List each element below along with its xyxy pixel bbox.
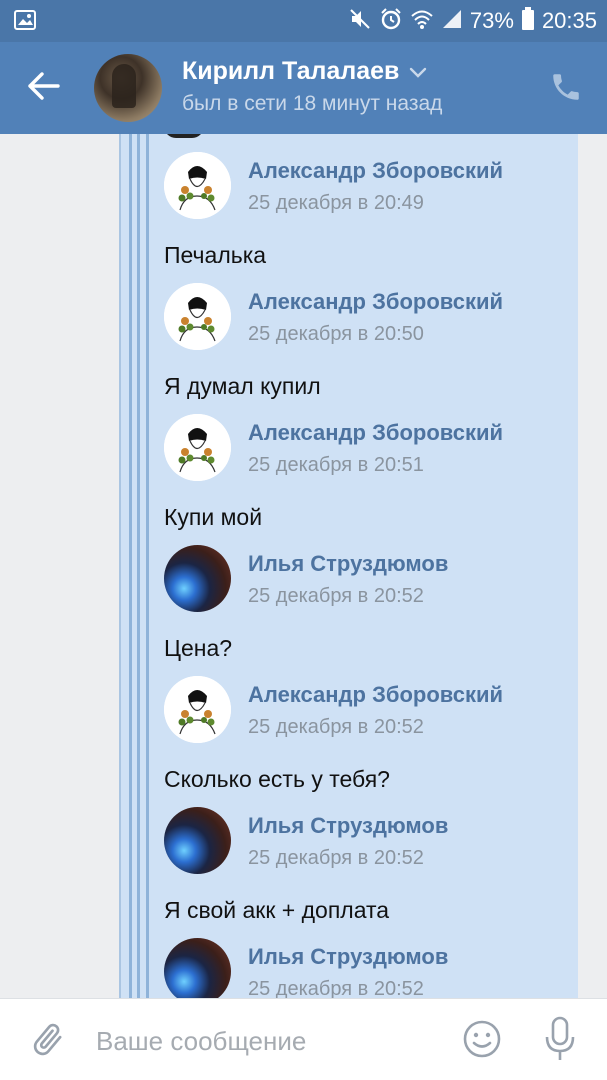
forwarded-message: Александр Зборовский 25 декабря в 20:50 Я … (164, 283, 564, 401)
forwarded-message: Илья Струздюмов 25 декабря в 20:52 (164, 938, 564, 998)
status-bar: 73% 20:35 (0, 0, 607, 42)
forwarded-message: Александр Зборовский 25 декабря в 20:52 Ск… (164, 676, 564, 794)
author-avatar[interactable] (164, 545, 231, 612)
contact-last-seen: был в сети 18 минут назад (182, 92, 443, 115)
message-timestamp: 25 декабря в 20:49 (248, 192, 424, 214)
author-name-link[interactable]: Александр Зборовский (248, 420, 503, 446)
author-avatar[interactable] (164, 938, 231, 998)
back-button[interactable] (22, 66, 66, 110)
message-header: Александр Зборовский 25 декабря в 20:52 (164, 676, 564, 744)
message-header: Илья Струздюмов 25 декабря в 20:52 (164, 545, 564, 613)
chat-area[interactable]: Александр Зборовский 25 декабря в 20:49 Пе… (0, 134, 607, 998)
author-name-link[interactable]: Илья Струздюмов (248, 551, 448, 577)
alarm-icon (379, 7, 403, 36)
message-timestamp: 25 декабря в 20:51 (248, 454, 424, 476)
attach-button[interactable] (28, 1019, 68, 1061)
contact-name-button[interactable]: Кирилл Талалаев (182, 57, 427, 86)
author-avatar[interactable] (164, 807, 231, 874)
author-avatar[interactable] (164, 283, 231, 350)
contact-avatar[interactable] (94, 54, 162, 122)
message-timestamp: 25 декабря в 20:52 (248, 847, 424, 869)
mute-icon (348, 7, 372, 36)
message-header: Александр Зборовский 25 декабря в 20:50 (164, 283, 564, 351)
chat-header: Кирилл Талалаев был в сети 18 минут наза… (0, 42, 607, 134)
battery-percent: 73% (469, 8, 514, 33)
microphone-icon (540, 1016, 580, 1067)
author-name-link[interactable]: Илья Струздюмов (248, 944, 448, 970)
forward-nesting-bar (146, 134, 149, 998)
forward-nesting-bar (137, 134, 140, 998)
author-name-link[interactable]: Илья Струздюмов (248, 813, 448, 839)
phone-icon (549, 74, 583, 108)
message-text: Купи мой (164, 504, 263, 530)
call-button[interactable] (549, 70, 585, 106)
message-timestamp: 25 декабря в 20:50 (248, 323, 424, 345)
message-timestamp: 25 декабря в 20:52 (248, 978, 424, 998)
message-text: Сколько есть у тебя? (164, 766, 390, 792)
forward-nesting-bar (129, 134, 132, 998)
forwarded-message: Александр Зборовский 25 декабря в 20:51 Ку… (164, 414, 564, 532)
paperclip-icon (28, 1023, 68, 1065)
message-timestamp: 25 декабря в 20:52 (248, 716, 424, 738)
message-header: Александр Зборовский 25 декабря в 20:49 (164, 152, 564, 220)
voice-message-button[interactable] (540, 1015, 580, 1063)
clock: 20:35 (541, 8, 597, 33)
message-text: Я думал купил (164, 373, 321, 399)
contact-name: Кирилл Талалаев (182, 57, 400, 85)
message-header: Илья Струздюмов 25 декабря в 20:52 (164, 938, 564, 998)
emoji-icon (462, 1020, 502, 1063)
battery-icon (521, 6, 535, 36)
emoji-button[interactable] (462, 1019, 502, 1059)
author-avatar[interactable] (164, 414, 231, 481)
wifi-icon (410, 8, 434, 35)
back-arrow-icon (28, 71, 60, 105)
chevron-down-icon (409, 57, 427, 86)
message-composer (0, 998, 607, 1080)
message-text: Я свой акк + доплата (164, 897, 390, 923)
author-avatar[interactable] (164, 676, 231, 743)
image-notification-icon (14, 10, 36, 35)
signal-icon (441, 8, 463, 35)
author-name-link[interactable]: Александр Зборовский (248, 289, 503, 315)
message-timestamp: 25 декабря в 20:52 (248, 585, 424, 607)
author-avatar[interactable] (164, 152, 231, 219)
forwarded-message: Александр Зборовский 25 декабря в 20:49 Пе… (164, 152, 564, 270)
author-name-link[interactable]: Александр Зборовский (248, 682, 503, 708)
message-text: Печалька (164, 242, 267, 268)
forwarded-message: Илья Струздюмов 25 декабря в 20:52 Цена? (164, 545, 564, 663)
message-text: Цена? (164, 635, 233, 661)
message-header: Илья Струздюмов 25 декабря в 20:52 (164, 807, 564, 875)
author-name-link[interactable]: Александр Зборовский (248, 158, 503, 184)
message-input[interactable] (96, 1021, 436, 1061)
forwarded-message: Илья Струздюмов 25 декабря в 20:52 Я свой … (164, 807, 564, 925)
message-header: Александр Зборовский 25 декабря в 20:51 (164, 414, 564, 482)
